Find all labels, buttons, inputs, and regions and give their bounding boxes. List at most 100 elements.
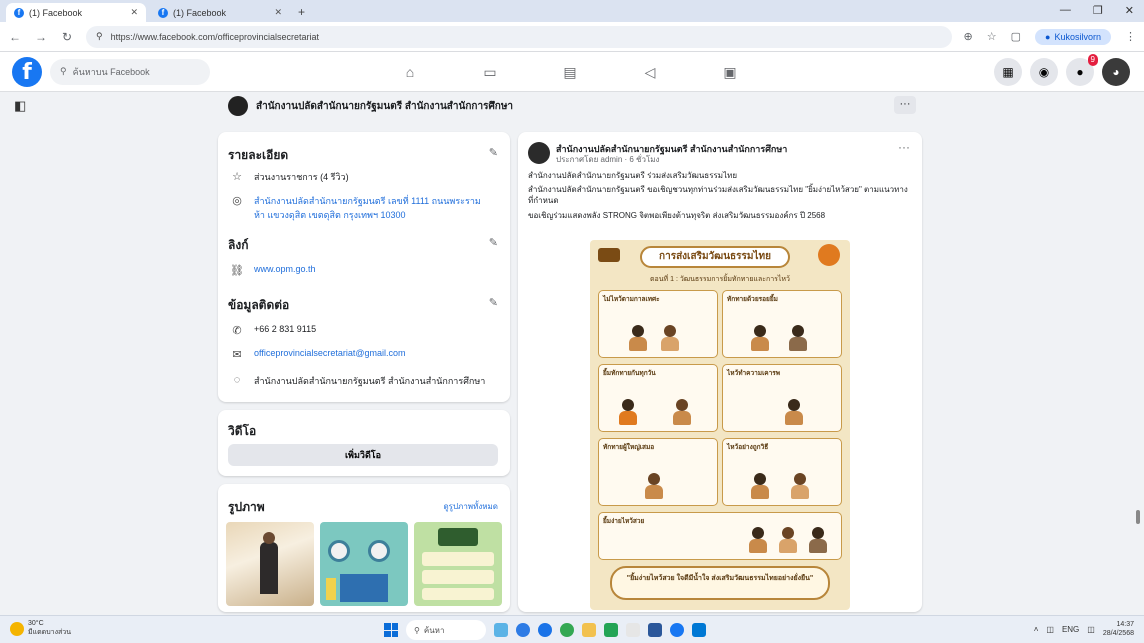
- infographic-panel: ไหว้ทำความเคารพ: [722, 364, 842, 432]
- minimize-icon[interactable]: —: [1060, 4, 1071, 17]
- avatar-icon: ●: [1045, 31, 1051, 42]
- address-bar-row: ← → ↻ ⚲ https://www.facebook.com/officep…: [0, 22, 1144, 52]
- edge-icon[interactable]: [516, 623, 530, 637]
- language-indicator[interactable]: ENG: [1062, 625, 1079, 634]
- infographic-heading: การส่งเสริมวัฒนธรรมไทย: [640, 246, 790, 268]
- photo-thumbnail[interactable]: [226, 522, 314, 606]
- person-figure: [751, 325, 769, 351]
- infographic-panel: ยิ้มทักทายกันทุกวัน: [598, 364, 718, 432]
- facebook-logo-icon[interactable]: f: [12, 56, 42, 87]
- facebook-main-nav: ⌂ ▭ ▤ ◁ ▣: [370, 52, 770, 92]
- app-icon[interactable]: [626, 623, 640, 637]
- groups-icon[interactable]: ◁: [610, 52, 690, 92]
- photo-thumbnail[interactable]: [414, 522, 502, 606]
- messenger-text[interactable]: สำนักงานปลัดสำนักนายกรัฐมนตรี สำนักงานสำ…: [254, 374, 485, 388]
- infographic-panel: ทักทายผู้ใหญ่เสมอ: [598, 438, 718, 506]
- site-info-icon[interactable]: ⚲: [96, 31, 103, 42]
- word-icon[interactable]: [648, 623, 662, 637]
- pencil-icon[interactable]: ✎: [489, 146, 498, 159]
- add-video-button[interactable]: เพิ่มวิดีโอ: [228, 444, 498, 466]
- phone-row: ✆ +66 2 831 9115: [230, 324, 316, 337]
- new-tab-icon[interactable]: +: [298, 5, 305, 19]
- category-row: ☆ ส่วนงานราชการ (4 รีวิว): [230, 170, 349, 184]
- taskbar-apps: ⚲ ค้นหา: [384, 620, 706, 640]
- video-title: วิดีโอ: [228, 424, 257, 438]
- profile-button[interactable]: ● Kukosilvorn: [1035, 28, 1111, 45]
- post-options-icon[interactable]: ···: [898, 140, 910, 154]
- clock[interactable]: 14:37 28/4/2568: [1103, 620, 1134, 638]
- bell-icon[interactable]: ● 9: [1066, 54, 1098, 86]
- link-icon: ⛓: [230, 265, 244, 277]
- category-text: ส่วนงานราชการ (4 รีวิว): [254, 172, 349, 182]
- chrome-icon[interactable]: [538, 623, 552, 637]
- person-figure: [619, 399, 637, 425]
- url-text: https://www.facebook.com/officeprovincia…: [110, 31, 320, 42]
- more-options-button[interactable]: ···: [894, 96, 916, 114]
- infographic-panel: ยิ้มง่ายไหว้สวย: [598, 512, 842, 560]
- marketplace-icon[interactable]: ▤: [530, 52, 610, 92]
- chevron-up-icon[interactable]: ˄: [1034, 625, 1039, 634]
- bookmark-star-icon[interactable]: ☆: [987, 30, 997, 43]
- maximize-icon[interactable]: ❐: [1093, 4, 1103, 17]
- weather-widget[interactable]: 30°C มีแดดบางส่วน: [10, 620, 71, 638]
- close-tab-icon[interactable]: ✕: [274, 7, 282, 18]
- browser-tab-2[interactable]: f (1) Facebook ✕: [150, 3, 290, 22]
- infographic-panel: ไม่ไหว้ตามกาลเทศะ: [598, 290, 718, 358]
- post-meta: ประกาศโดย admin · 6 ชั่วโมง: [556, 155, 660, 164]
- person-figure: [749, 527, 767, 553]
- reload-icon[interactable]: ↻: [60, 30, 74, 44]
- widgets-icon[interactable]: [494, 623, 508, 637]
- person-figure: [785, 399, 803, 425]
- photos-title: รูปภาพ: [228, 500, 265, 514]
- video-icon[interactable]: ▭: [450, 52, 530, 92]
- star-icon: ☆: [232, 171, 242, 183]
- messenger-app-icon[interactable]: [670, 623, 684, 637]
- page-name[interactable]: สำนักงานปลัดสำนักนายกรัฐมนตรี สำนักงานสำ…: [256, 99, 513, 114]
- facebook-search-input[interactable]: ⚲ ค้นหาบน Facebook: [50, 58, 210, 85]
- panel-title: ยิ้มง่ายไหว้สวย: [603, 518, 645, 525]
- close-tab-icon[interactable]: ✕: [130, 7, 138, 18]
- pencil-icon[interactable]: ✎: [489, 296, 498, 309]
- gaming-icon[interactable]: ▣: [690, 52, 770, 92]
- line-icon[interactable]: [604, 623, 618, 637]
- page-scrollbar[interactable]: [1136, 510, 1140, 524]
- taskbar-search-label: ค้นหา: [423, 625, 445, 635]
- address-text[interactable]: สำนักงานปลัดสำนักนายกรัฐมนตรี เลขที่ 111…: [254, 194, 490, 222]
- file-explorer-icon[interactable]: [582, 623, 596, 637]
- messenger-icon[interactable]: ◉: [1030, 58, 1058, 86]
- website-link[interactable]: www.opm.go.th: [254, 264, 316, 274]
- browser-app-icon[interactable]: [560, 623, 574, 637]
- browser-tab-1[interactable]: f (1) Facebook ✕: [6, 3, 146, 22]
- photo-thumbnail[interactable]: [320, 522, 408, 606]
- volume-icon[interactable]: ◫: [1087, 625, 1095, 634]
- search-icon: ⚲: [414, 625, 420, 635]
- post-author-avatar[interactable]: [528, 142, 550, 164]
- pencil-icon[interactable]: ✎: [489, 236, 498, 249]
- account-avatar[interactable]: ◕: [1102, 58, 1130, 86]
- panel-title: ไหว้ทำความเคารพ: [727, 370, 781, 377]
- translate-icon[interactable]: ⊕: [964, 30, 973, 43]
- page-avatar[interactable]: [228, 96, 248, 116]
- search-placeholder: ค้นหาบน Facebook: [72, 66, 150, 77]
- forward-icon[interactable]: →: [34, 30, 48, 44]
- panel-title: ไม่ไหว้ตามกาลเทศะ: [603, 296, 660, 303]
- store-icon[interactable]: [692, 623, 706, 637]
- taskbar-search-input[interactable]: ⚲ ค้นหา: [406, 620, 486, 640]
- windows-start-icon[interactable]: [384, 623, 398, 637]
- see-all-photos-link[interactable]: ดูรูปภาพทั้งหมด: [443, 500, 498, 513]
- network-icon[interactable]: ◫: [1046, 625, 1054, 634]
- tab-title: (1) Facebook: [173, 7, 227, 18]
- back-icon[interactable]: ←: [8, 30, 22, 44]
- menu-grid-icon[interactable]: ▦: [994, 58, 1022, 86]
- post-infographic-image[interactable]: การส่งเสริมวัฒนธรรมไทย ตอนที่ 1 : วัฒนธร…: [590, 240, 850, 610]
- browser-menu-icon[interactable]: ⋮: [1125, 30, 1136, 43]
- home-icon[interactable]: ⌂: [370, 52, 450, 92]
- panel-title: ไหว้อย่างถูกวิธี: [727, 444, 769, 451]
- sidebar-toggle-icon[interactable]: ◧: [14, 98, 30, 114]
- post-text-line: สำนักงานปลัดสำนักนายกรัฐมนตรี ร่วมส่งเสร…: [528, 171, 738, 180]
- close-window-icon[interactable]: ✕: [1125, 4, 1134, 17]
- extensions-icon[interactable]: ▢: [1011, 30, 1021, 43]
- url-input[interactable]: ⚲ https://www.facebook.com/officeprovinc…: [86, 25, 952, 48]
- email-link[interactable]: officeprovincialsecretariat@gmail.com: [254, 348, 406, 358]
- about-title: รายละเอียด: [228, 148, 289, 162]
